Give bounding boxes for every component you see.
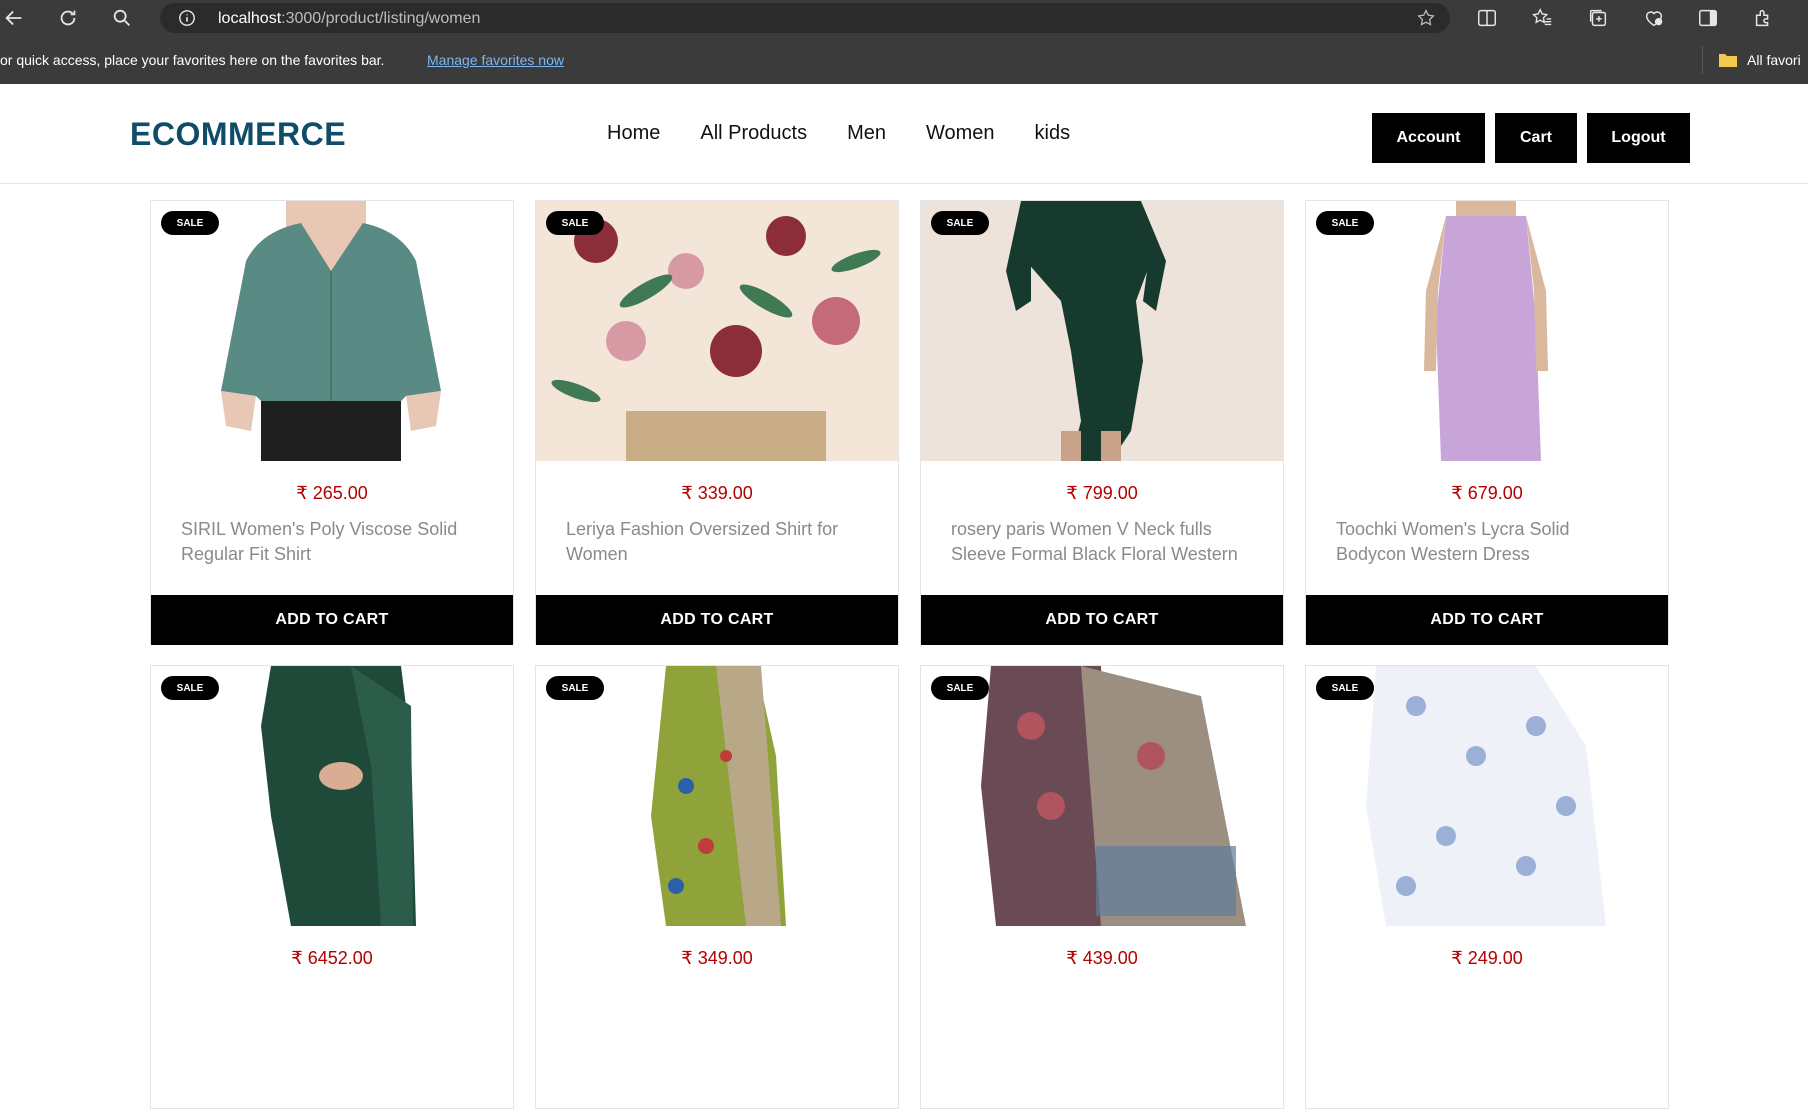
- nav-men[interactable]: Men: [847, 122, 886, 145]
- logout-button[interactable]: Logout: [1587, 113, 1690, 163]
- refresh-icon[interactable]: [54, 4, 82, 32]
- url-host: localhost: [218, 10, 282, 27]
- browser-toolbar: localhost:3000/product/listing/women: [0, 0, 1808, 36]
- cart-button[interactable]: Cart: [1495, 113, 1577, 163]
- product-title[interactable]: SIRIL Women's Poly Viscose Solid Regular…: [181, 517, 481, 567]
- product-image[interactable]: [536, 666, 898, 926]
- sidebar-icon[interactable]: [1697, 7, 1719, 29]
- product-image[interactable]: [1306, 201, 1668, 461]
- product-title[interactable]: Leriya Fashion Oversized Shirt for Women: [566, 517, 866, 567]
- product-card[interactable]: SALE ₹ 349.00: [535, 665, 899, 1109]
- favorites-hint: or quick access, place your favorites he…: [0, 52, 385, 68]
- product-image[interactable]: [1306, 666, 1668, 926]
- star-icon[interactable]: [1416, 8, 1436, 28]
- product-image[interactable]: [921, 666, 1283, 926]
- sale-badge: SALE: [546, 676, 604, 700]
- product-price: ₹ 799.00: [1066, 483, 1138, 503]
- nav-kids[interactable]: kids: [1035, 122, 1071, 145]
- product-price: ₹ 6452.00: [291, 948, 373, 968]
- nav-women[interactable]: Women: [926, 122, 995, 145]
- manage-favorites-link[interactable]: Manage favorites now: [427, 52, 564, 68]
- sale-badge: SALE: [546, 211, 604, 235]
- favorites-icon[interactable]: [1531, 7, 1553, 29]
- brand-logo[interactable]: ECOMMERCE: [130, 116, 346, 153]
- favorites-divider: [1702, 46, 1703, 74]
- product-price: ₹ 679.00: [1451, 483, 1523, 503]
- account-button[interactable]: Account: [1372, 113, 1485, 163]
- product-image[interactable]: [151, 666, 513, 926]
- extensions-icon[interactable]: [1752, 7, 1774, 29]
- address-bar[interactable]: localhost:3000/product/listing/women: [160, 3, 1450, 33]
- site-header: ECOMMERCE Home All Products Men Women ki…: [0, 84, 1808, 184]
- sale-badge: SALE: [1316, 676, 1374, 700]
- add-to-cart-button[interactable]: ADD TO CART: [1306, 595, 1668, 645]
- info-icon[interactable]: [178, 9, 196, 27]
- sale-badge: SALE: [1316, 211, 1374, 235]
- product-price: ₹ 249.00: [1451, 948, 1523, 968]
- product-card[interactable]: SALE ₹ 6452.00: [150, 665, 514, 1109]
- product-price: ₹ 265.00: [296, 483, 368, 503]
- nav-all-products[interactable]: All Products: [700, 122, 807, 145]
- url-text[interactable]: localhost:3000/product/listing/women: [218, 10, 480, 28]
- browser-essentials-icon[interactable]: [1643, 7, 1665, 29]
- url-path: :3000/product/listing/women: [281, 10, 481, 27]
- add-to-cart-button[interactable]: ADD TO CART: [151, 595, 513, 645]
- sale-badge: SALE: [931, 676, 989, 700]
- product-title[interactable]: rosery paris Women V Neck fulls Sleeve F…: [951, 517, 1251, 567]
- product-card[interactable]: SALE ₹ 679.00 Toochki Women's Lycra Soli…: [1305, 200, 1669, 645]
- add-to-cart-button[interactable]: ADD TO CART: [536, 595, 898, 645]
- add-to-cart-button[interactable]: ADD TO CART: [921, 595, 1283, 645]
- sale-badge: SALE: [931, 211, 989, 235]
- product-card[interactable]: SALE ₹ 249.00: [1305, 665, 1669, 1109]
- back-icon[interactable]: [0, 4, 28, 32]
- product-image[interactable]: [921, 201, 1283, 461]
- product-image[interactable]: [536, 201, 898, 461]
- all-favorites-link[interactable]: All favori: [1747, 52, 1801, 68]
- collections-icon[interactable]: [1587, 7, 1609, 29]
- main-nav: Home All Products Men Women kids: [607, 122, 1070, 145]
- product-image[interactable]: [151, 201, 513, 461]
- nav-home[interactable]: Home: [607, 122, 660, 145]
- product-card[interactable]: SALE ₹ 339.00 Leriya Fashion Oversized S…: [535, 200, 899, 645]
- product-title[interactable]: Toochki Women's Lycra Solid Bodycon West…: [1336, 517, 1636, 567]
- product-card[interactable]: SALE ₹ 265.00 SIRIL Women's Poly Viscose…: [150, 200, 514, 645]
- product-price: ₹ 349.00: [681, 948, 753, 968]
- search-icon[interactable]: [108, 4, 136, 32]
- product-card[interactable]: SALE ₹ 799.00 rosery paris Women V Neck …: [920, 200, 1284, 645]
- product-price: ₹ 339.00: [681, 483, 753, 503]
- product-price: ₹ 439.00: [1066, 948, 1138, 968]
- split-screen-icon[interactable]: [1476, 7, 1498, 29]
- folder-icon: [1719, 54, 1737, 67]
- sale-badge: SALE: [161, 676, 219, 700]
- product-card[interactable]: SALE ₹ 439.00: [920, 665, 1284, 1109]
- favorites-bar: or quick access, place your favorites he…: [0, 36, 1808, 84]
- sale-badge: SALE: [161, 211, 219, 235]
